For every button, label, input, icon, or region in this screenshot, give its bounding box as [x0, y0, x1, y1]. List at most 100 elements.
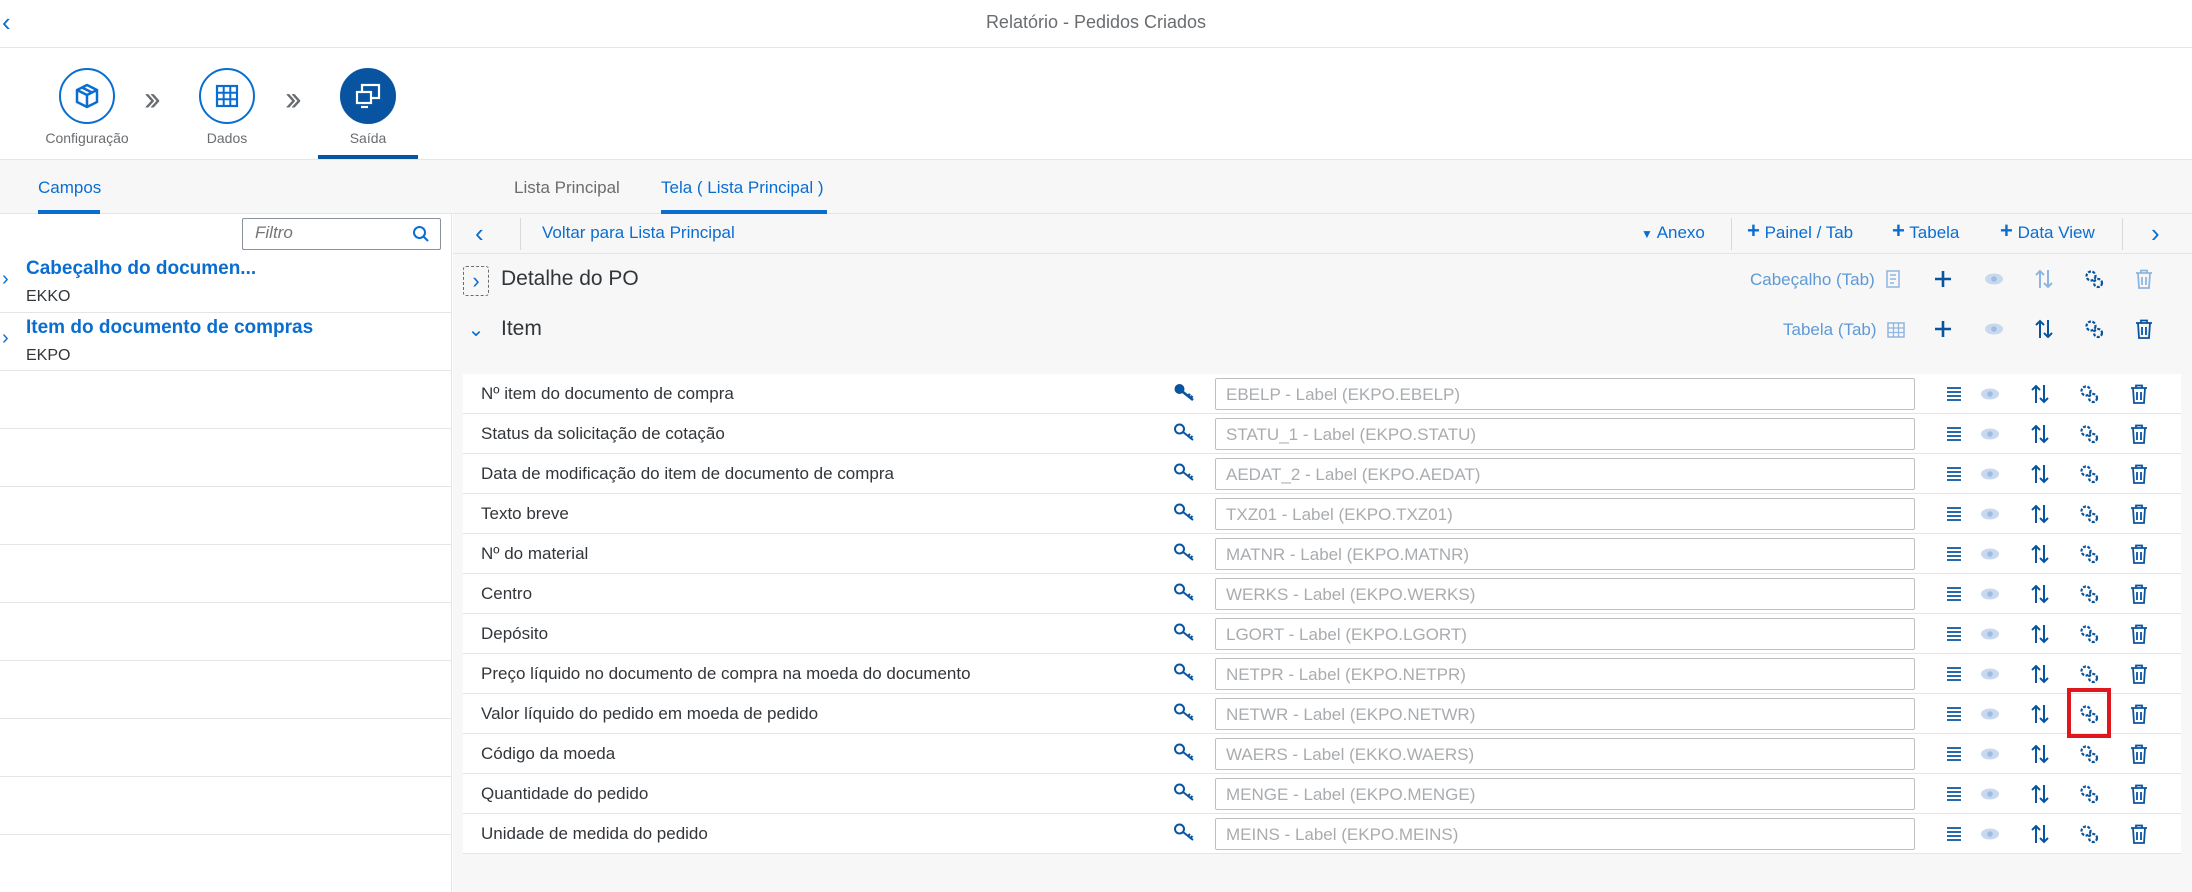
field-label-input[interactable]: LGORT - Label (EKPO.LGORT): [1215, 618, 1915, 650]
sort-arrows-icon[interactable]: [2025, 819, 2055, 849]
key-icon[interactable]: [1173, 382, 1195, 407]
eye-icon[interactable]: [1975, 819, 2005, 849]
filter-input[interactable]: [255, 219, 415, 247]
key-icon[interactable]: [1173, 582, 1195, 607]
key-icon[interactable]: [1173, 742, 1195, 767]
field-label-input[interactable]: TXZ01 - Label (EKPO.TXZ01): [1215, 498, 1915, 530]
field-label-input[interactable]: EBELP - Label (EKPO.EBELP): [1215, 378, 1915, 410]
field-label-input[interactable]: MENGE - Label (EKPO.MENGE): [1215, 778, 1915, 810]
list-lines-icon[interactable]: [1939, 579, 1969, 609]
list-lines-icon[interactable]: [1939, 739, 1969, 769]
add-plus-icon[interactable]: [1928, 314, 1958, 344]
step-configuracao[interactable]: Configuração: [17, 68, 157, 146]
sort-arrows-icon[interactable]: [2025, 499, 2055, 529]
settings-gears-icon[interactable]: [2074, 379, 2104, 409]
eye-icon[interactable]: [1975, 779, 2005, 809]
settings-gears-icon[interactable]: [2074, 419, 2104, 449]
field-label-input[interactable]: MEINS - Label (EKPO.MEINS): [1215, 818, 1915, 850]
key-icon[interactable]: [1173, 462, 1195, 487]
eye-icon[interactable]: [1979, 314, 2009, 344]
key-icon[interactable]: [1173, 822, 1195, 847]
list-lines-icon[interactable]: [1939, 539, 1969, 569]
eye-icon[interactable]: [1975, 659, 2005, 689]
sort-arrows-icon[interactable]: [2025, 739, 2055, 769]
field-label-input[interactable]: WAERS - Label (EKKO.WAERS): [1215, 738, 1915, 770]
chevron-right-icon[interactable]: ›: [2, 268, 9, 291]
sort-arrows-icon[interactable]: [2025, 539, 2055, 569]
list-lines-icon[interactable]: [1939, 459, 1969, 489]
settings-gears-icon[interactable]: [2074, 619, 2104, 649]
delete-trash-icon[interactable]: [2129, 264, 2159, 294]
settings-gears-icon[interactable]: [2074, 659, 2104, 689]
eye-icon[interactable]: [1975, 739, 2005, 769]
tree-node-ekpo[interactable]: › Item do documento de compras EKPO: [0, 312, 451, 370]
sort-arrows-icon[interactable]: [2025, 459, 2055, 489]
add-panel-tab-button[interactable]: + Painel / Tab: [1747, 220, 1853, 243]
settings-gears-icon[interactable]: [2079, 314, 2109, 344]
field-label-input[interactable]: WERKS - Label (EKPO.WERKS): [1215, 578, 1915, 610]
add-plus-icon[interactable]: [1928, 264, 1958, 294]
sort-arrows-icon[interactable]: [2025, 419, 2055, 449]
settings-gears-icon[interactable]: [2074, 539, 2104, 569]
step-dados[interactable]: Dados: [157, 68, 297, 146]
settings-gears-icon[interactable]: [2074, 459, 2104, 489]
list-lines-icon[interactable]: [1939, 419, 1969, 449]
key-icon[interactable]: [1173, 662, 1195, 687]
search-icon[interactable]: [412, 225, 430, 248]
tab-campos[interactable]: Campos: [38, 178, 101, 198]
field-label-input[interactable]: AEDAT_2 - Label (EKPO.AEDAT): [1215, 458, 1915, 490]
key-icon[interactable]: [1173, 502, 1195, 527]
eye-icon[interactable]: [1975, 459, 2005, 489]
eye-icon[interactable]: [1975, 379, 2005, 409]
list-lines-icon[interactable]: [1939, 659, 1969, 689]
eye-icon[interactable]: [1975, 619, 2005, 649]
list-lines-icon[interactable]: [1939, 699, 1969, 729]
key-icon[interactable]: [1173, 422, 1195, 447]
list-lines-icon[interactable]: [1939, 619, 1969, 649]
anexo-dropdown[interactable]: ▼ Anexo: [1641, 223, 1705, 243]
filter-field[interactable]: [242, 218, 441, 250]
field-label-input[interactable]: NETWR - Label (EKPO.NETWR): [1215, 698, 1915, 730]
eye-icon[interactable]: [1979, 264, 2009, 294]
sort-arrows-icon[interactable]: [2025, 699, 2055, 729]
settings-gears-icon[interactable]: [2074, 779, 2104, 809]
delete-trash-icon[interactable]: [2124, 699, 2154, 729]
eye-icon[interactable]: [1975, 699, 2005, 729]
add-table-button[interactable]: + Tabela: [1892, 220, 1959, 243]
chevron-right-icon[interactable]: ›: [2, 327, 9, 350]
delete-trash-icon[interactable]: [2124, 459, 2154, 489]
delete-trash-icon[interactable]: [2124, 419, 2154, 449]
sort-arrows-icon[interactable]: [2025, 579, 2055, 609]
sort-arrows-icon[interactable]: [2025, 619, 2055, 649]
delete-trash-icon[interactable]: [2124, 619, 2154, 649]
expand-chevron-down-icon[interactable]: ⌄: [463, 316, 489, 346]
step-saida[interactable]: Saída: [298, 68, 438, 146]
field-label-input[interactable]: NETPR - Label (EKPO.NETPR): [1215, 658, 1915, 690]
field-label-input[interactable]: MATNR - Label (EKPO.MATNR): [1215, 538, 1915, 570]
eye-icon[interactable]: [1975, 539, 2005, 569]
list-lines-icon[interactable]: [1939, 499, 1969, 529]
settings-gears-icon[interactable]: [2074, 499, 2104, 529]
back-to-main-list-link[interactable]: Voltar para Lista Principal: [542, 223, 735, 243]
sort-arrows-icon[interactable]: [2025, 659, 2055, 689]
delete-trash-icon[interactable]: [2124, 379, 2154, 409]
expand-chevron-right-icon[interactable]: ›: [463, 266, 489, 296]
chevron-left-icon[interactable]: ‹: [475, 218, 484, 249]
delete-trash-icon[interactable]: [2124, 499, 2154, 529]
delete-trash-icon[interactable]: [2124, 779, 2154, 809]
add-data-view-button[interactable]: + Data View: [2000, 220, 2095, 243]
tree-node-ekko[interactable]: › Cabeçalho do documen... EKKO: [0, 254, 451, 312]
chevron-right-icon[interactable]: ›: [2151, 218, 2160, 249]
eye-icon[interactable]: [1975, 499, 2005, 529]
settings-gears-icon[interactable]: [2074, 579, 2104, 609]
delete-trash-icon[interactable]: [2124, 539, 2154, 569]
tab-tela-lista-principal[interactable]: Tela ( Lista Principal ): [661, 178, 824, 198]
settings-gears-icon[interactable]: [2074, 819, 2104, 849]
delete-trash-icon[interactable]: [2129, 314, 2159, 344]
key-icon[interactable]: [1173, 702, 1195, 727]
delete-trash-icon[interactable]: [2124, 659, 2154, 689]
settings-gears-icon[interactable]: [2074, 739, 2104, 769]
tab-lista-principal[interactable]: Lista Principal: [514, 178, 620, 198]
sort-arrows-icon[interactable]: [2029, 264, 2059, 294]
key-icon[interactable]: [1173, 542, 1195, 567]
